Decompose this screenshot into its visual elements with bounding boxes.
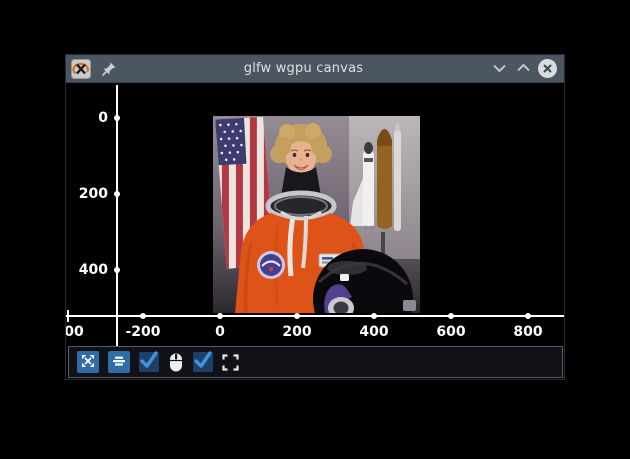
x-tick-label: -200: [113, 323, 173, 341]
x-tick-label: 600: [421, 323, 481, 341]
x-tick-dot: [217, 313, 223, 319]
y-tick-dot: [114, 191, 120, 197]
mouse-icon: [168, 352, 184, 373]
autoscale-button[interactable]: [77, 351, 99, 373]
maintain-aspect-checkbox[interactable]: [193, 352, 213, 372]
chevron-up-icon: [516, 59, 531, 78]
y-tick-dot: [114, 267, 120, 273]
x-tick-label: 800: [498, 323, 558, 341]
chevron-down-icon: [492, 59, 507, 78]
x-tick-mark: [67, 310, 69, 322]
y-tick-label: 0: [66, 108, 108, 128]
y-tick-label: 400: [66, 260, 108, 280]
controller-checkbox[interactable]: [139, 352, 159, 372]
y-tick-label: 200: [66, 184, 108, 204]
maximize-button[interactable]: [514, 60, 532, 78]
close-button[interactable]: [538, 59, 557, 78]
glfw-wgpu-window: glfw wgpu canvas: [65, 54, 565, 380]
astronaut-image: [213, 116, 420, 313]
fullscreen-icon: [222, 354, 239, 371]
plot-canvas[interactable]: 0 200 400 00 -200 0 200 400 600 800: [66, 83, 564, 379]
x-tick-dot: [140, 313, 146, 319]
checkmark-icon: [139, 350, 159, 374]
window-titlebar[interactable]: glfw wgpu canvas: [66, 55, 564, 83]
x-tick-dot: [525, 313, 531, 319]
y-axis-line: [116, 85, 118, 347]
window-title: glfw wgpu canvas: [117, 61, 490, 76]
titlebar-controls: [490, 59, 557, 78]
x-tick-label: 200: [267, 323, 327, 341]
x-tick-label: 400: [344, 323, 404, 341]
close-icon: [542, 59, 553, 78]
shade-button[interactable]: [490, 60, 508, 78]
x-app-icon: [71, 59, 91, 79]
x-tick-label: 00: [66, 323, 104, 341]
y-tick-dot: [114, 115, 120, 121]
center-button[interactable]: [108, 351, 130, 373]
x-tick-dot: [448, 313, 454, 319]
pin-icon[interactable]: [101, 61, 117, 77]
x-tick-label: 0: [190, 323, 250, 341]
center-lines-icon: [112, 353, 126, 372]
expand-arrows-icon: [81, 353, 95, 372]
x-tick-dot: [371, 313, 377, 319]
x-tick-dot: [294, 313, 300, 319]
plot-toolbar: [68, 346, 563, 378]
checkmark-icon: [193, 350, 213, 374]
